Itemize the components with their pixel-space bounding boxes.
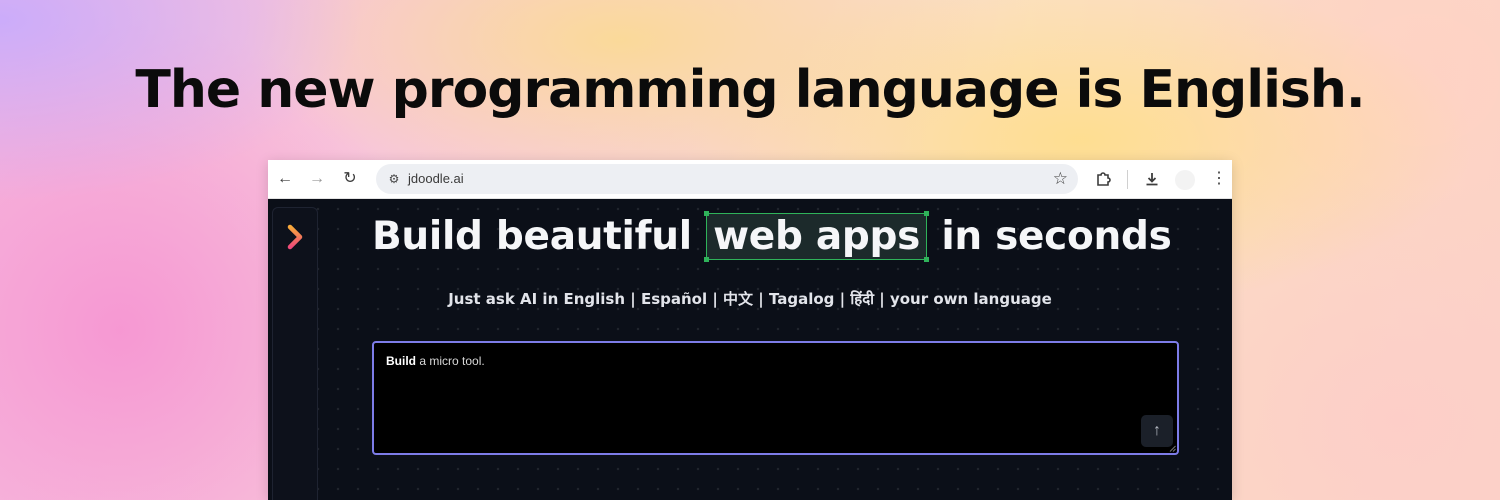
bookmark-star-icon[interactable]: ☆ [1053,169,1068,189]
selection-handle[interactable] [704,211,710,216]
back-arrow-icon[interactable]: ← [274,168,296,190]
sidebar-rail [272,207,318,500]
hero-highlight[interactable]: web apps [704,211,930,262]
prompt-input[interactable]: Build a micro tool. ↑ [372,341,1179,455]
toolbar-separator [1127,170,1128,189]
prompt-rest: a micro tool. [416,354,485,368]
arrow-up-icon: ↑ [1153,422,1161,439]
language-subtitle: Just ask AI in English | Español | 中文 | … [448,290,1052,308]
site-settings-icon[interactable]: ⚙ [385,170,403,188]
profile-avatar[interactable] [1175,170,1195,190]
download-icon[interactable] [1141,168,1163,190]
selection-handle[interactable] [704,257,710,262]
selection-handle[interactable] [924,257,930,262]
chevron-right-icon[interactable] [284,222,308,252]
reload-icon[interactable]: ↻ [339,168,361,190]
forward-arrow-icon[interactable]: → [306,168,328,190]
address-bar[interactable]: ⚙ jdoodle.ai ☆ [376,164,1078,194]
url-text[interactable]: jdoodle.ai [408,171,464,186]
selection-handle[interactable] [924,211,930,216]
extensions-puzzle-icon[interactable] [1092,168,1114,190]
more-vert-icon[interactable]: ⋮ [1208,168,1230,190]
hero-suffix: in seconds [941,214,1172,259]
hero-title: Build beautiful web apps in seconds [372,211,1172,262]
browser-toolbar: ← → ↻ ⚙ jdoodle.ai ☆ ⋮ [268,160,1232,199]
prompt-text[interactable]: Build a micro tool. [386,354,485,368]
hero-highlight-text: web apps [713,214,921,259]
browser-window: ← → ↻ ⚙ jdoodle.ai ☆ ⋮ Build beautiful w… [268,160,1232,500]
hero-prefix: Build beautiful [372,214,692,259]
app-content: Build beautiful web apps in seconds Just… [268,199,1232,500]
send-button[interactable]: ↑ [1141,415,1173,447]
banner-headline: The new programming language is English. [135,60,1365,120]
resize-handle-icon[interactable] [1169,445,1176,452]
prompt-bold: Build [386,354,416,368]
